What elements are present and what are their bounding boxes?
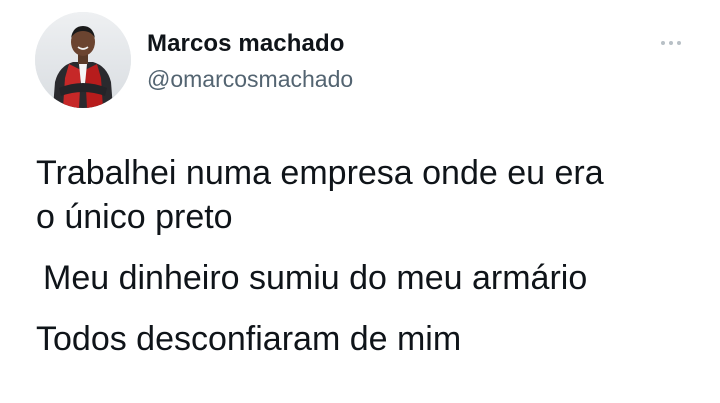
profile-photo (35, 12, 131, 108)
tweet-card: Marcos machado @omarcosmachado Trabalhei… (0, 0, 720, 403)
tweet-line: Trabalhei numa empresa onde eu era (36, 154, 604, 192)
more-options-icon (669, 41, 673, 45)
tweet-text: Trabalhei numa empresa onde eu era o úni… (36, 151, 696, 361)
tweet-line: Meu dinheiro sumiu do meu armário (43, 259, 588, 297)
tweet-line: o único preto (36, 198, 233, 236)
more-options-icon (661, 41, 665, 45)
display-name[interactable]: Marcos machado (147, 30, 344, 58)
avatar[interactable] (35, 12, 131, 108)
more-options-button[interactable] (654, 31, 688, 55)
more-options-icon (677, 41, 681, 45)
tweet-line: Todos desconfiaram de mim (36, 320, 462, 358)
user-handle[interactable]: @omarcosmachado (147, 66, 353, 93)
